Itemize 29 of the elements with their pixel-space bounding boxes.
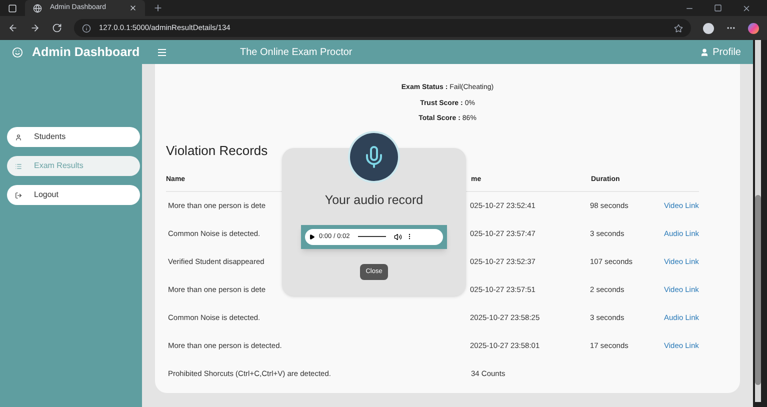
star-icon[interactable] bbox=[674, 24, 683, 32]
user-icon bbox=[15, 134, 22, 140]
sidebar-item[interactable]: Logout bbox=[7, 185, 140, 205]
close-icon[interactable] bbox=[742, 4, 751, 12]
tab-list-icon[interactable] bbox=[8, 4, 17, 12]
play-icon[interactable] bbox=[309, 234, 315, 240]
logout-icon bbox=[15, 192, 22, 198]
info-icon bbox=[82, 24, 91, 32]
sidebar-item[interactable]: Exam Results bbox=[7, 156, 140, 176]
sidebar-item[interactable]: Students bbox=[7, 127, 140, 147]
new-tab-icon[interactable] bbox=[153, 3, 163, 13]
section-title: Violation Records bbox=[166, 142, 269, 160]
profile-avatar[interactable] bbox=[703, 22, 714, 34]
close-icon[interactable] bbox=[129, 4, 137, 12]
app-tagline: The Online Exam Proctor bbox=[240, 46, 352, 60]
globe-icon bbox=[33, 4, 42, 12]
app-title: Admin Dashboard bbox=[32, 44, 141, 61]
list-icon bbox=[15, 162, 22, 170]
user-icon bbox=[700, 48, 709, 56]
scrollbar[interactable] bbox=[755, 40, 761, 402]
menu-icon[interactable] bbox=[158, 48, 166, 56]
forward-icon[interactable] bbox=[30, 23, 40, 33]
maximize-icon[interactable] bbox=[714, 4, 722, 12]
smiley-icon bbox=[12, 46, 23, 58]
modal-title: Your audio record bbox=[324, 192, 424, 209]
back-icon[interactable] bbox=[8, 23, 18, 33]
reload-icon[interactable] bbox=[52, 23, 62, 33]
volume-icon[interactable] bbox=[394, 232, 402, 241]
profile-link[interactable]: Profile bbox=[700, 44, 741, 60]
